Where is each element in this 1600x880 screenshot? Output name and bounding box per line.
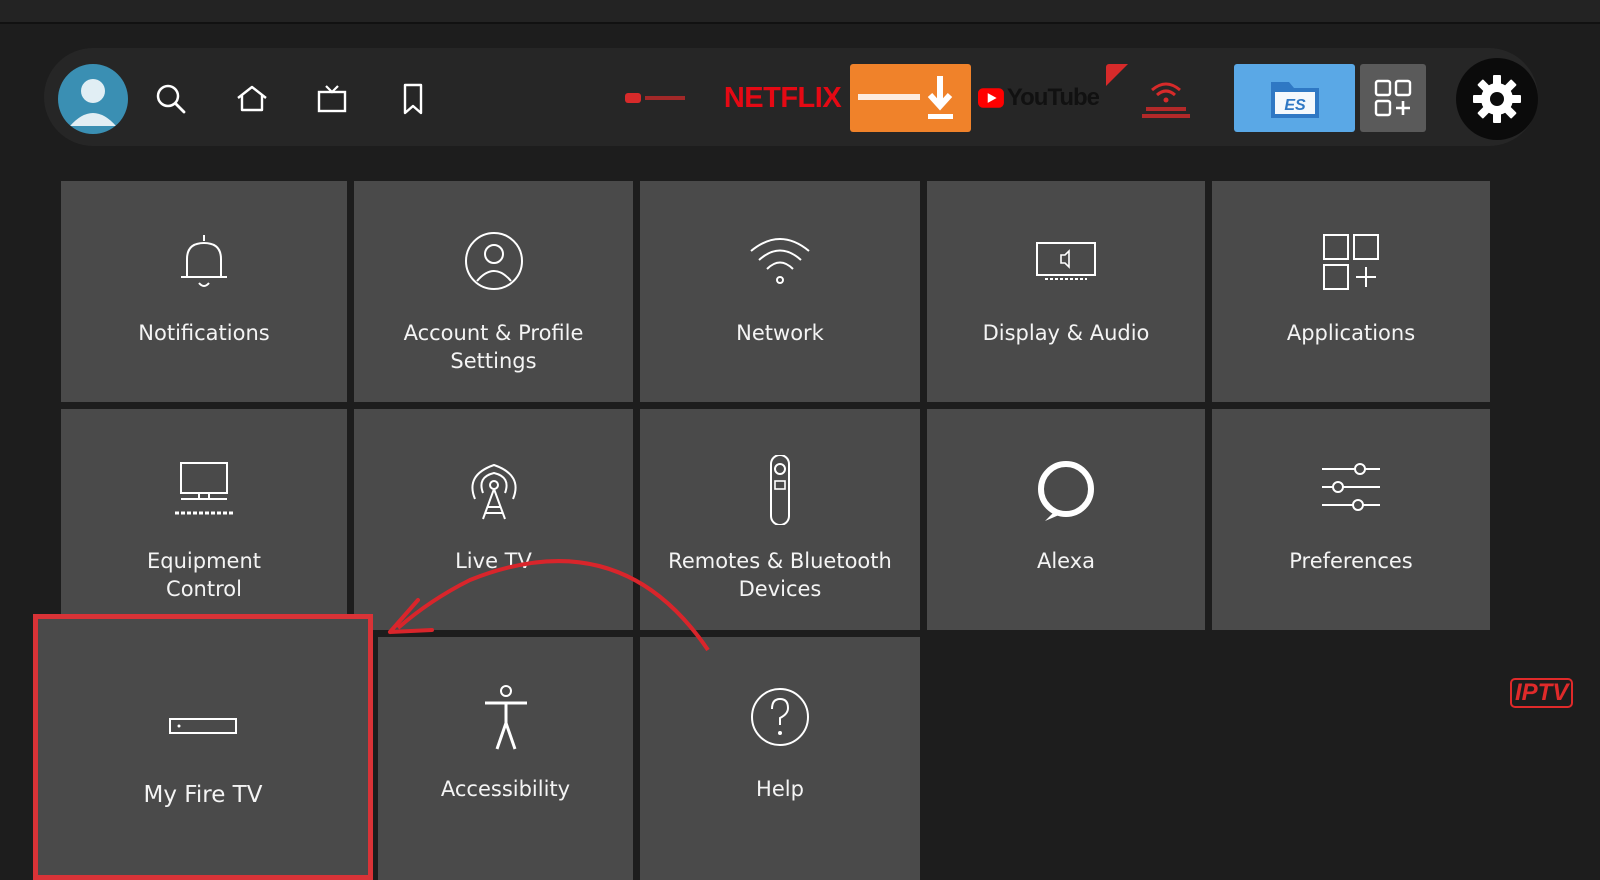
all-apps-button[interactable] (1360, 64, 1426, 132)
tile-label: Accessibility (440, 777, 571, 801)
antenna-icon (470, 463, 517, 520)
expressvpn-app-tile[interactable] (594, 64, 715, 132)
top-edge (0, 0, 1600, 24)
tile-preferences[interactable]: Preferences (1212, 409, 1490, 630)
speed-test-app-tile[interactable] (1106, 64, 1227, 132)
tile-notifications[interactable]: Notifications (61, 181, 347, 402)
tile-label: Network (736, 321, 824, 345)
bell-icon (181, 235, 227, 287)
alexa-icon (1038, 461, 1094, 521)
sliders-icon (1322, 463, 1380, 511)
display-icon (1036, 242, 1096, 280)
accessibility-icon (484, 685, 527, 750)
tile-label: Help (756, 777, 804, 801)
downloader-app-tile[interactable] (850, 64, 971, 132)
home-button[interactable] (229, 76, 275, 122)
iptv-watermark: IPTV (1510, 678, 1574, 708)
tile-label: Remotes & Bluetooth Devices (668, 549, 892, 601)
tile-alexa[interactable]: Alexa (927, 409, 1205, 630)
tile-label: Alexa (1036, 549, 1096, 573)
tile-label: Equipment Control (147, 549, 261, 601)
tile-display-audio[interactable]: Display & Audio (927, 181, 1205, 402)
wifi-icon (750, 238, 810, 284)
tile-label: Live TV (455, 549, 532, 573)
live-tv-button[interactable] (309, 76, 355, 122)
netflix-app-tile[interactable]: NETFLIX (722, 64, 843, 132)
apps-grid-plus-icon (1374, 79, 1412, 117)
watchlist-button[interactable] (390, 76, 436, 122)
tile-label: Account & Profile Settings (403, 321, 584, 373)
tile-help[interactable]: Help (640, 637, 920, 880)
tile-live-tv[interactable]: Live TV (354, 409, 633, 630)
remote-icon (770, 455, 790, 525)
youtube-app-tile[interactable]: YouTube (978, 64, 1099, 132)
gear-icon (1473, 75, 1521, 123)
equipment-icon (175, 462, 233, 515)
apps-grid-icon (1323, 234, 1379, 290)
live-tv-icon (317, 85, 347, 113)
help-icon (751, 688, 809, 746)
speed-test-logo (1106, 64, 1190, 118)
tile-accessibility[interactable]: Accessibility (378, 637, 633, 880)
bookmark-icon (403, 83, 423, 115)
home-icon (237, 85, 267, 112)
folder-cloud-icon: ES (1270, 82, 1319, 118)
es-file-explorer-app-tile[interactable]: ES (1234, 64, 1355, 132)
settings-button[interactable] (1456, 58, 1538, 140)
youtube-logo-text: YouTube (1006, 84, 1099, 111)
tile-network[interactable]: Network (640, 181, 920, 402)
netflix-logo-text: NETFLIX (723, 81, 842, 114)
tile-account-profile-settings[interactable]: Account & Profile Settings (354, 181, 633, 402)
tile-label: Notifications (138, 321, 270, 345)
tile-label: My Fire TV (143, 782, 263, 808)
youtube-play-icon (978, 88, 1004, 108)
tile-applications[interactable]: Applications (1212, 181, 1490, 402)
user-avatar-icon (70, 79, 116, 126)
profile-avatar[interactable] (58, 64, 128, 134)
tile-label: Display & Audio (982, 321, 1150, 345)
downloader-logo (850, 64, 971, 132)
expressvpn-logo (624, 93, 685, 103)
tile-remotes-bluetooth-devices[interactable]: Remotes & Bluetooth Devices (640, 409, 920, 630)
tile-my-fire-tv[interactable]: My Fire TV (33, 614, 373, 880)
tile-label: Applications (1286, 321, 1416, 345)
firetv-stick-icon (169, 718, 237, 734)
svg-text:ES: ES (1284, 97, 1306, 114)
search-button[interactable] (148, 76, 194, 122)
tile-label: Preferences (1289, 549, 1413, 573)
search-icon (156, 84, 186, 114)
tile-equipment-control[interactable]: Equipment Control (61, 409, 347, 630)
person-icon (464, 232, 523, 290)
